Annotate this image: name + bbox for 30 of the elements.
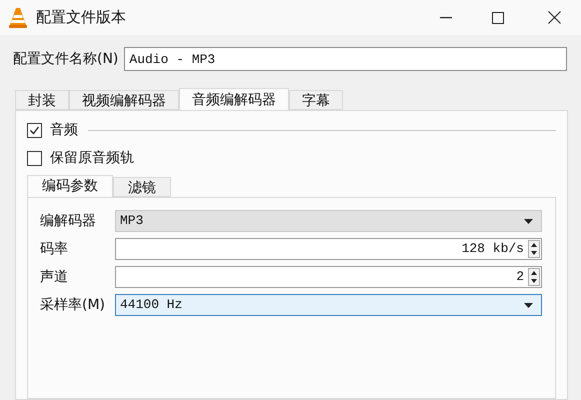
- spinner-arrows-icon[interactable]: [528, 268, 540, 286]
- checkbox-label: 保留原音频轨: [50, 148, 134, 168]
- tab[interactable]: 音频编解码器: [179, 88, 289, 110]
- tab[interactable]: 编码参数: [27, 175, 113, 197]
- tab[interactable]: 封装: [15, 90, 69, 110]
- tab[interactable]: 字幕: [289, 90, 343, 110]
- field-label: 采样率(M): [40, 296, 106, 314]
- field-label: 声道: [40, 268, 69, 286]
- profile-name-label: 配置文件名称(N): [13, 50, 118, 68]
- profile-name-field[interactable]: Audio - MP3: [124, 47, 567, 71]
- checkbox[interactable]: [27, 150, 42, 166]
- spin-field[interactable]: 128 kb/s: [115, 238, 542, 260]
- field-label: 编解码器: [40, 212, 97, 230]
- checkmark-icon: [29, 124, 40, 136]
- dropdown[interactable]: MP3: [115, 210, 542, 232]
- dropdown[interactable]: 44100 Hz: [115, 294, 542, 316]
- window-title: 配置文件版本: [36, 7, 126, 28]
- spin-field[interactable]: 2: [115, 266, 542, 288]
- close-icon[interactable]: [548, 11, 561, 24]
- spinner-arrows-icon[interactable]: [528, 240, 540, 258]
- tab[interactable]: 视频编解码器: [69, 90, 179, 110]
- maximize-icon[interactable]: [492, 12, 504, 24]
- field-label: 码率: [40, 240, 69, 258]
- tab[interactable]: 滤镜: [113, 177, 171, 197]
- minimize-icon[interactable]: [440, 16, 452, 18]
- traffic-cone-icon: [8, 6, 28, 28]
- checkbox[interactable]: [27, 122, 42, 138]
- checkbox-label: 音频: [50, 120, 78, 140]
- caret-icon: [524, 302, 533, 308]
- caret-icon: [524, 218, 533, 224]
